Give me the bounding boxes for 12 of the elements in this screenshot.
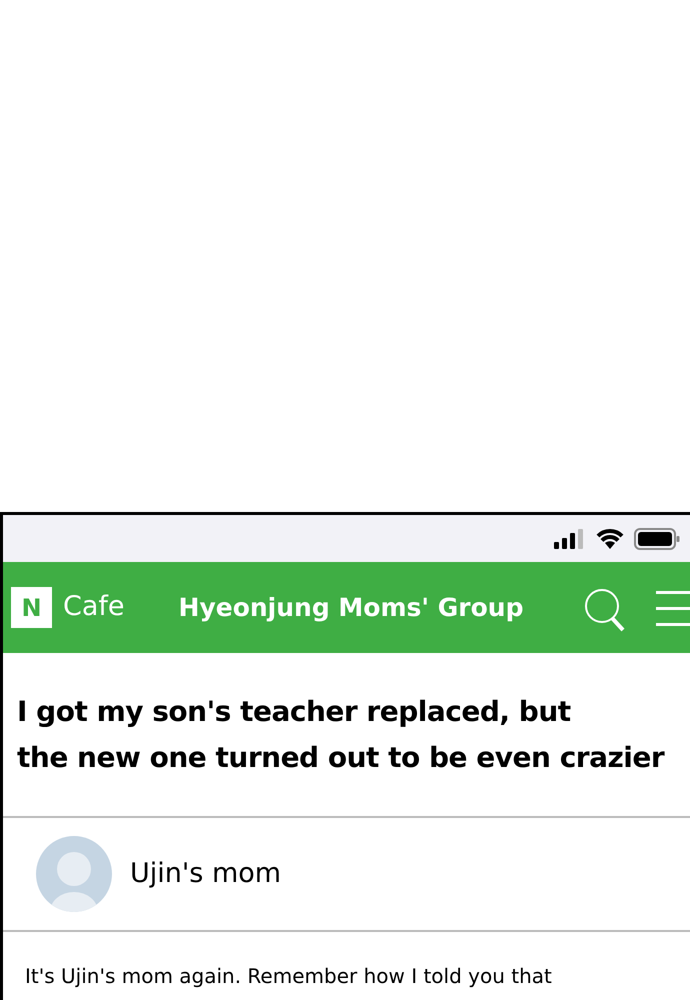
post-body: It's Ujin's mom again. Remember how I told you that — [25, 964, 553, 988]
signal-icon — [554, 528, 586, 548]
post-title: I got my son's teacher replaced, but the new one turned out to be even crazier — [17, 694, 664, 776]
logo-badge: N — [11, 587, 52, 628]
search-icon[interactable] — [584, 588, 626, 632]
wifi-icon — [596, 528, 624, 549]
group-title: Hyeonjung Moms' Group — [178, 592, 524, 624]
menu-icon[interactable] — [656, 591, 690, 627]
author-name: Ujin's mom — [130, 856, 282, 891]
battery-icon — [634, 528, 680, 550]
avatar-icon — [36, 836, 112, 912]
brand-name: Cafe — [63, 590, 125, 624]
